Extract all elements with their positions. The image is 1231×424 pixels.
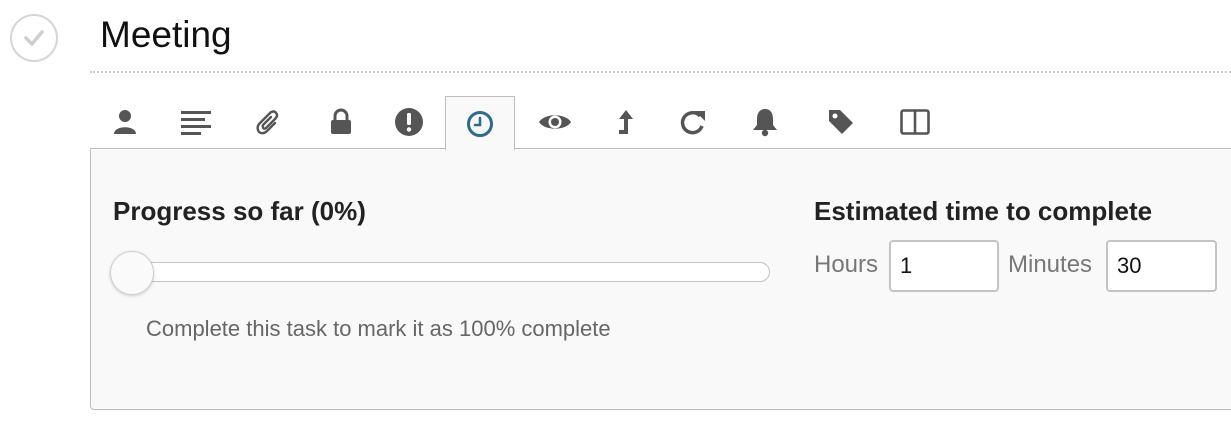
minutes-label: Minutes [1008,251,1093,278]
title-divider [90,71,1231,73]
progress-slider-handle[interactable] [110,251,154,295]
progress-slider-track[interactable] [114,262,770,282]
clock-icon [467,110,493,137]
progress-help-text: Complete this task to mark it as 100% co… [146,316,611,341]
eye-icon [539,115,571,129]
tag-icon [829,110,853,134]
tab-tags[interactable] [806,96,876,148]
tab-assignee[interactable] [90,96,160,148]
arrow-up-icon [619,110,633,134]
notes-icon [181,111,211,135]
minutes-input[interactable] [1106,240,1217,292]
user-icon [114,110,136,134]
tab-followers[interactable] [520,96,590,148]
columns-icon [900,109,930,135]
hours-input[interactable] [889,240,999,292]
tab-attachments[interactable] [234,96,304,148]
tab-priority[interactable] [374,96,444,148]
estimate-heading: Estimated time to complete [814,196,1153,226]
tab-reminders[interactable] [730,96,800,148]
exclamation-icon [395,108,423,136]
bell-icon [753,109,777,137]
redo-icon [680,110,705,135]
hours-label: Hours [814,251,879,278]
tab-layout[interactable] [880,96,950,148]
task-title[interactable]: Meeting [100,10,232,60]
tab-notes[interactable] [162,96,232,148]
paperclip-icon [256,110,279,135]
tab-time[interactable] [445,96,515,150]
checkmark-icon [24,30,44,46]
tab-dependencies[interactable] [589,96,659,148]
progress-heading: Progress so far (0%) [113,196,366,226]
lock-icon [331,108,351,134]
tab-repeat[interactable] [658,96,728,148]
complete-task-checkbox[interactable] [10,14,58,62]
tab-privacy[interactable] [306,96,376,148]
